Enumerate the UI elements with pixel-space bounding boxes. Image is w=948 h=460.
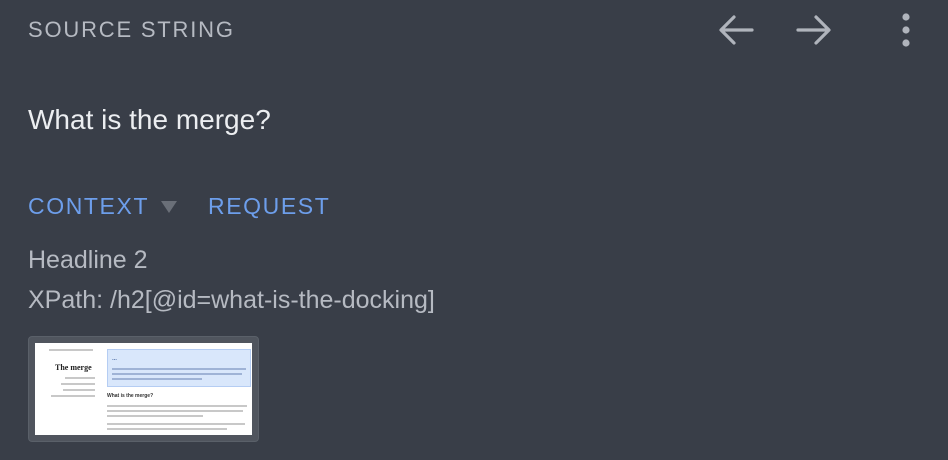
context-screenshot-thumbnail[interactable]: The merge … What is the merge?: [28, 336, 259, 442]
context-element-type: Headline 2: [28, 246, 148, 274]
preview-text-line: [61, 383, 95, 385]
preview-hero-title: …: [112, 356, 117, 362]
preview-text-line: [112, 368, 246, 370]
preview-text-line: [107, 428, 227, 430]
source-string-panel: SOURCE STRING What is the merge? CONTEXT…: [0, 0, 948, 460]
preview-text-line: [107, 415, 203, 417]
preview-text-line: [63, 389, 95, 391]
preview-text-line: [107, 423, 245, 425]
more-options-button[interactable]: [886, 12, 926, 48]
arrow-left-icon: [719, 15, 754, 45]
source-string-text: What is the merge?: [28, 104, 271, 135]
preview-text-line: [51, 395, 95, 397]
arrow-right-icon: [796, 15, 831, 45]
more-vertical-icon: [902, 13, 910, 47]
preview-nav-line: [49, 349, 93, 351]
preview-page-title: The merge: [55, 363, 92, 372]
previous-string-button[interactable]: [716, 12, 756, 48]
next-string-button[interactable]: [794, 12, 834, 48]
screenshot-preview: The merge … What is the merge?: [35, 343, 252, 435]
panel-title: SOURCE STRING: [28, 17, 235, 42]
tab-request[interactable]: REQUEST: [208, 193, 330, 219]
preview-text-line: [112, 373, 242, 375]
preview-hero-banner: …: [107, 349, 251, 387]
caret-down-icon[interactable]: [160, 200, 178, 214]
preview-text-line: [65, 377, 95, 379]
preview-text-line: [107, 410, 243, 412]
preview-text-line: [107, 405, 247, 407]
preview-section-heading: What is the merge?: [107, 393, 154, 399]
context-xpath: XPath: /h2[@id=what-is-the-docking]: [28, 286, 435, 314]
preview-text-line: [112, 378, 202, 380]
tab-context[interactable]: CONTEXT: [28, 193, 149, 219]
